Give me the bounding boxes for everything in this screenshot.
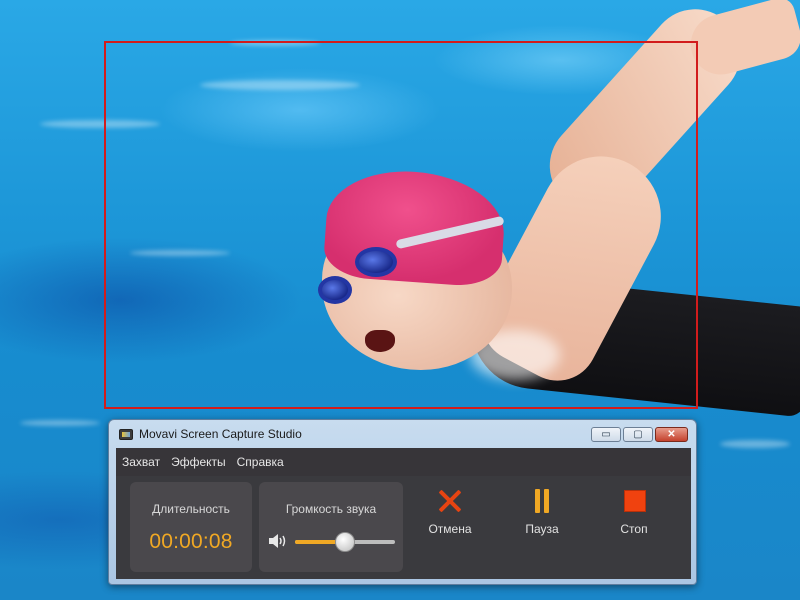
duration-label: Длительность: [152, 502, 230, 516]
duration-timer: 00:00:08: [149, 530, 233, 553]
menu-help[interactable]: Справка: [237, 455, 284, 469]
menu-bar: Захват Эффекты Справка: [116, 448, 691, 476]
capture-area-frame[interactable]: [104, 41, 698, 409]
close-icon: ✕: [667, 429, 676, 440]
volume-panel: Громкость звука: [259, 482, 403, 572]
pause-icon: [529, 488, 555, 514]
cancel-button[interactable]: Отмена: [415, 488, 485, 568]
volume-slider[interactable]: [295, 532, 395, 552]
cancel-label: Отмена: [428, 522, 472, 536]
window-client-area: Захват Эффекты Справка Длительность 00:0…: [116, 448, 691, 579]
stop-button[interactable]: Стоп: [599, 488, 669, 568]
speaker-icon[interactable]: [268, 534, 288, 548]
duration-panel: Длительность 00:00:08: [130, 482, 252, 572]
capture-window: Movavi Screen Capture Studio ▭ ▢ ✕ Захва…: [108, 419, 697, 585]
app-icon: [119, 429, 133, 440]
stop-icon: [621, 488, 647, 514]
close-button[interactable]: ✕: [655, 427, 688, 442]
maximize-icon: ▢: [633, 429, 643, 440]
minimize-icon: ▭: [601, 429, 611, 440]
volume-label: Громкость звука: [285, 502, 377, 516]
minimize-button[interactable]: ▭: [591, 427, 621, 442]
menu-capture[interactable]: Захват: [122, 455, 160, 469]
menu-effects[interactable]: Эффекты: [171, 455, 226, 469]
pause-button[interactable]: Пауза: [507, 488, 577, 568]
title-bar[interactable]: Movavi Screen Capture Studio ▭ ▢ ✕: [109, 420, 696, 448]
volume-slider-thumb[interactable]: [335, 532, 355, 552]
x-icon: [437, 488, 463, 514]
pause-label: Пауза: [525, 522, 559, 536]
maximize-button[interactable]: ▢: [623, 427, 653, 442]
window-title: Movavi Screen Capture Studio: [139, 427, 302, 441]
stop-label: Стоп: [620, 522, 648, 536]
